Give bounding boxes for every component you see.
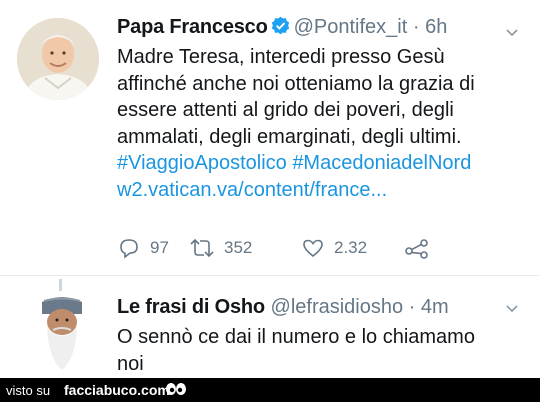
tweet-text-line: affinché anche noi otteniamo la grazia d… xyxy=(117,72,475,95)
tweet-text-line: Madre Teresa, intercedi presso Gesù xyxy=(117,46,445,68)
avatar-image xyxy=(42,297,82,370)
tweet-text-line: essere attenti al grido dei poveri, degl… xyxy=(117,99,454,121)
avatar-image xyxy=(17,18,99,100)
tweet-header: Le frasi di Osho @lefrasidiosho · 4m xyxy=(117,296,449,319)
tweet-text: O sennò ce dai il numero e lo chiamamo n… xyxy=(117,324,527,377)
tweet-time[interactable]: · 6h xyxy=(413,16,447,38)
hashtags-link[interactable]: #ViaggioApostolico #MacedoniadelNord xyxy=(117,150,527,177)
chevron-down-icon[interactable] xyxy=(505,26,519,40)
footer-brand[interactable]: facciabuco.com xyxy=(64,382,170,398)
share-icon xyxy=(405,239,428,259)
verified-badge-icon xyxy=(271,16,290,41)
url-link[interactable]: w2.vatican.va/content/france... xyxy=(117,177,527,204)
retweet-icon xyxy=(190,238,214,258)
share-button[interactable] xyxy=(404,236,430,260)
brand-logo-icon xyxy=(166,383,186,395)
watermark-footer: visto su facciabuco.com xyxy=(0,378,540,402)
footer-visto-su: visto su xyxy=(6,383,51,398)
author-name[interactable]: Le frasi di Osho xyxy=(117,296,265,318)
tweet-text-line: ammalati, degli emarginati, degli ultimi… xyxy=(117,125,462,148)
tweet-text: Madre Teresa, intercedi presso Gesù affi… xyxy=(117,44,527,203)
tweet-text-line: O sennò ce dai il numero e lo chiamamo xyxy=(117,326,475,348)
reply-count: 97 xyxy=(150,238,169,257)
retweet-count: 352 xyxy=(224,238,253,257)
avatar[interactable] xyxy=(38,296,86,372)
author-handle[interactable]: @lefrasidiosho xyxy=(271,296,404,318)
heart-icon xyxy=(303,239,323,258)
tweet-text-line: noi xyxy=(117,352,144,375)
reply-icon xyxy=(120,239,138,259)
author-handle[interactable]: @Pontifex_it xyxy=(294,16,408,38)
tweet-header: Papa Francesco @Pontifex_it · 6h xyxy=(117,16,447,41)
like-button[interactable]: 2.32 xyxy=(301,236,367,260)
avatar[interactable] xyxy=(17,18,99,100)
tweet-time[interactable]: · 4m xyxy=(409,296,449,318)
author-name[interactable]: Papa Francesco xyxy=(117,16,268,38)
tweet-actions: 97 352 2.32 xyxy=(117,236,437,262)
tweet-papa-francesco[interactable]: Papa Francesco @Pontifex_it · 6h Madre Te… xyxy=(0,0,540,275)
chevron-down-icon[interactable] xyxy=(505,302,519,316)
like-count: 2.32 xyxy=(334,238,368,257)
reply-button[interactable]: 97 xyxy=(117,236,169,260)
retweet-button[interactable]: 352 xyxy=(189,236,252,260)
